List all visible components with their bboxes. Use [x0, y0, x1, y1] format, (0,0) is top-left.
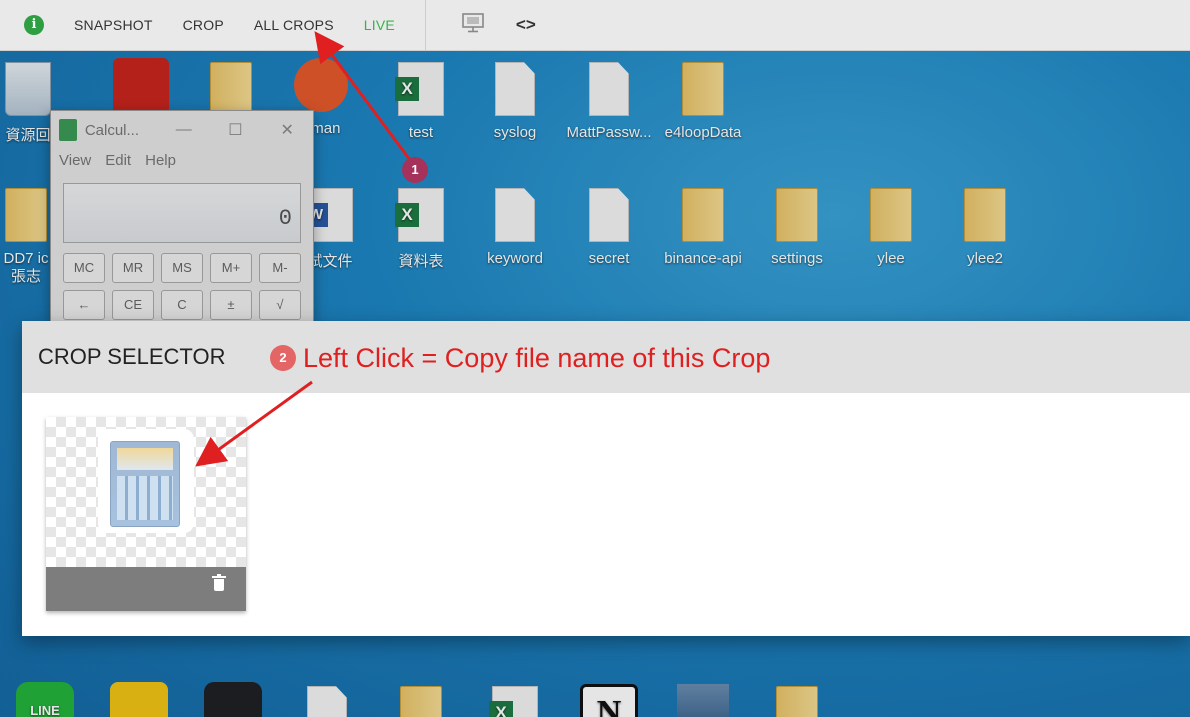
desktop-icon-line[interactable]: LINE: [0, 682, 90, 717]
trash-icon[interactable]: [212, 574, 226, 591]
desktop-icon-binance-api[interactable]: binance-api: [658, 188, 748, 267]
crop-card-actions: [46, 567, 246, 611]
crop-card[interactable]: [46, 417, 246, 611]
close-button[interactable]: ✕: [261, 120, 313, 140]
menu-help[interactable]: Help: [145, 152, 176, 169]
top-toolbar: i SNAPSHOT CROP ALL CROPS LIVE <>: [0, 0, 1190, 51]
calculator-app-icon: [59, 119, 77, 141]
desktop-icon-notion[interactable]: N: [564, 684, 654, 717]
postman-icon: [294, 58, 348, 112]
key-mr[interactable]: MR: [112, 253, 154, 283]
desktop-icon-mattpassw[interactable]: MattPassw...: [564, 62, 654, 141]
desktop-icon-virtualbox[interactable]: [658, 684, 748, 717]
desktop-icon-spreadsheet[interactable]: 資料表: [376, 188, 466, 271]
key-backspace[interactable]: ←: [63, 290, 105, 320]
key-ms[interactable]: MS: [161, 253, 203, 283]
folder-icon: [776, 188, 818, 242]
desktop-icon-keyword[interactable]: keyword: [470, 188, 560, 267]
app-icon: [204, 682, 262, 717]
calculator-keypad: MC MR MS M+ M- ← CE C ± √: [63, 253, 301, 320]
calculator-titlebar[interactable]: Calcul... — ☐ ✕: [51, 111, 313, 149]
desktop-icon-folder-bottom-2[interactable]: [752, 686, 842, 717]
key-m-minus[interactable]: M-: [259, 253, 301, 283]
maximize-button[interactable]: ☐: [210, 120, 262, 140]
monitor-icon[interactable]: [462, 12, 484, 38]
crop-selector-header: CROP SELECTOR: [22, 321, 1190, 393]
crop-thumbnail[interactable]: [46, 417, 246, 567]
desktop-icon-folder-bottom[interactable]: [376, 686, 466, 717]
excel-icon: [489, 686, 538, 717]
folder-icon: [964, 188, 1006, 242]
key-ce[interactable]: CE: [112, 290, 154, 320]
crop-selector-panel: CROP SELECTOR: [22, 321, 1190, 636]
media-player-icon: [110, 682, 168, 717]
pdf-icon: [113, 58, 169, 114]
document-icon: [495, 188, 535, 242]
calculator-window[interactable]: Calcul... — ☐ ✕ View Edit Help 0 MC MR M…: [50, 110, 314, 323]
key-c[interactable]: C: [161, 290, 203, 320]
desktop-icon-ylee2[interactable]: ylee2: [940, 188, 1030, 267]
desktop-icon-settings[interactable]: settings: [752, 188, 842, 267]
menu-view[interactable]: View: [59, 152, 91, 169]
toolbar-divider: [424, 0, 426, 50]
key-m-plus[interactable]: M+: [210, 253, 252, 283]
tab-crop[interactable]: CROP: [183, 17, 224, 33]
desktop-icon-document[interactable]: [282, 686, 372, 717]
document-icon: [589, 62, 629, 116]
document-icon: [495, 62, 535, 116]
key-sqrt[interactable]: √: [259, 290, 301, 320]
menu-edit[interactable]: Edit: [105, 152, 131, 169]
notion-icon: N: [580, 684, 638, 717]
excel-icon: [395, 188, 444, 242]
info-icon[interactable]: i: [24, 15, 44, 35]
calculator-thumbnail-icon: [110, 441, 180, 527]
code-icon[interactable]: <>: [516, 15, 536, 35]
desktop-icon-dark-app[interactable]: [188, 682, 278, 717]
desktop-icon-secret[interactable]: secret: [564, 188, 654, 267]
document-icon: [589, 188, 629, 242]
desktop-icon-excel-bottom[interactable]: [470, 686, 560, 717]
recycle-bin-icon: [5, 62, 51, 116]
key-mc[interactable]: MC: [63, 253, 105, 283]
folder-icon: [682, 62, 724, 116]
key-plus-minus[interactable]: ±: [210, 290, 252, 320]
tab-live[interactable]: LIVE: [364, 17, 395, 33]
folder-icon: [682, 188, 724, 242]
crop-selector-title: CROP SELECTOR: [38, 344, 226, 369]
tab-snapshot[interactable]: SNAPSHOT: [74, 17, 153, 33]
folder-icon: [400, 686, 442, 717]
desktop-icon-ylee[interactable]: ylee: [846, 188, 936, 267]
desktop-icon-syslog[interactable]: syslog: [470, 62, 560, 141]
tab-all-crops[interactable]: ALL CROPS: [254, 17, 334, 33]
desktop-icon-e4loopdata[interactable]: e4loopData: [658, 62, 748, 141]
document-icon: [307, 686, 347, 717]
virtualbox-icon: [677, 684, 729, 717]
calculator-title: Calcul...: [84, 121, 140, 139]
excel-icon: [395, 62, 444, 116]
calculator-menubar: View Edit Help: [51, 149, 313, 169]
folder-icon: [5, 188, 47, 242]
line-app-icon: LINE: [16, 682, 74, 717]
folder-icon: [210, 62, 252, 116]
desktop-icon-test[interactable]: test: [376, 62, 466, 141]
folder-icon: [870, 188, 912, 242]
folder-icon: [776, 686, 818, 717]
minimize-button[interactable]: —: [158, 121, 210, 139]
desktop-icon-media-player[interactable]: [94, 682, 184, 717]
calculator-display: 0: [63, 183, 301, 243]
